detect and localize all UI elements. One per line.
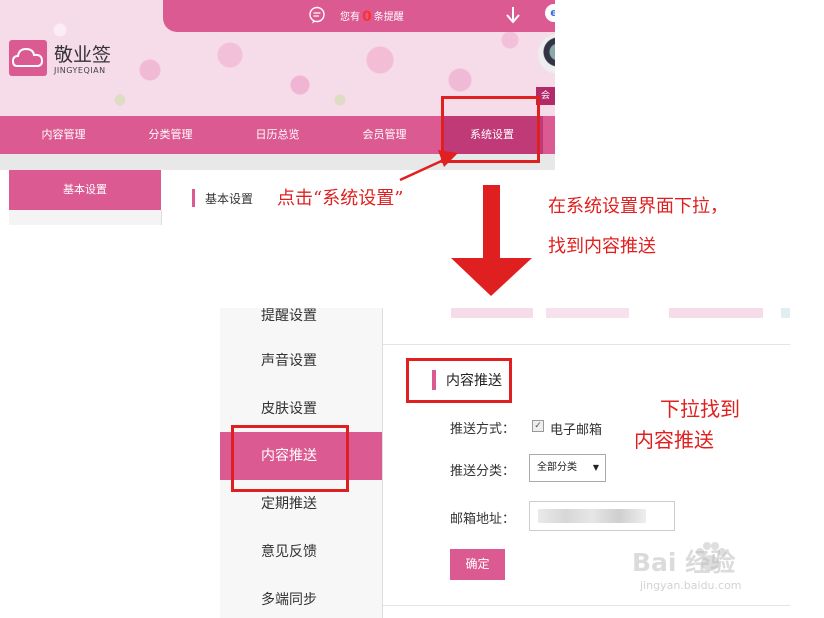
push-category-select[interactable]: 全部分类 ▼ — [529, 454, 606, 482]
push-category-label: 推送分类： — [450, 464, 516, 479]
email-checkbox[interactable]: ✓ — [532, 420, 544, 432]
watermark-url: jingyan.baidu.com — [640, 579, 742, 592]
annotation-click-system: 点击“系统设置” — [277, 188, 404, 209]
sidebar-item-reminder[interactable]: 提醒设置 — [220, 308, 382, 340]
email-address-label: 邮箱地址： — [450, 512, 516, 527]
highlight-box-content-push — [231, 425, 349, 492]
big-down-arrow — [451, 185, 532, 296]
annotation-found-line1: 下拉找到 — [660, 397, 740, 421]
confirm-button[interactable]: 确定 — [450, 549, 505, 580]
pointer-arrow-system — [399, 150, 458, 182]
annotation-scroll-line1: 在系统设置界面下拉， — [548, 196, 728, 217]
dropdown-arrow-icon: ▼ — [592, 463, 599, 472]
sidebar-item-sync[interactable]: 多端同步 — [220, 576, 382, 618]
panel-bottom-divider — [383, 605, 790, 606]
push-category-value: 全部分类 — [537, 462, 577, 473]
push-method-label: 推送方式： — [450, 422, 516, 437]
paw-icon — [696, 542, 726, 571]
annotation-found-line2: 内容推送 — [634, 428, 714, 452]
sidebar-item-feedback[interactable]: 意见反馈 — [220, 528, 382, 576]
panel-divider — [383, 344, 790, 345]
skin-thumbnails[interactable] — [451, 308, 790, 318]
email-address-input[interactable] — [529, 501, 675, 531]
email-checkbox-label[interactable]: 电子邮箱 — [550, 419, 602, 438]
sidebar-item-sound[interactable]: 声音设置 — [220, 337, 382, 385]
highlight-box-section-title — [406, 358, 512, 403]
blurred-email-value — [538, 509, 646, 523]
annotation-scroll-line2: 找到内容推送 — [548, 236, 656, 257]
